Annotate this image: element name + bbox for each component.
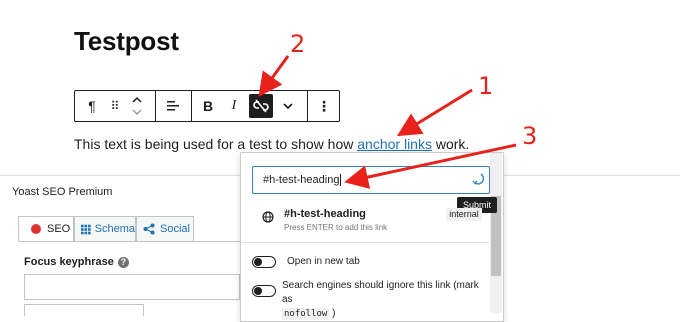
paragraph-block[interactable]: This text is being used for a test to sh… <box>74 136 469 152</box>
link-url-input[interactable]: #h-test-heading <box>252 166 490 194</box>
tab-label: SEO <box>47 223 71 235</box>
arrow-2 <box>258 55 290 97</box>
focus-keyphrase-input[interactable] <box>24 274 240 300</box>
toggle-switch[interactable] <box>252 285 276 297</box>
toggle-knob <box>254 286 262 295</box>
nofollow-text-end: ) <box>332 308 336 319</box>
focus-keyphrase-label: Focus keyphrase? <box>24 256 129 268</box>
nofollow-code: nofollow <box>282 308 330 320</box>
suggestion-subtitle: Press ENTER to add this link <box>284 223 388 232</box>
suggestion-title[interactable]: #h-test-heading <box>284 208 366 220</box>
share-icon <box>143 223 155 235</box>
suggestion-type-badge: internal <box>446 208 482 221</box>
paragraph-block-button[interactable]: ¶ <box>79 91 105 121</box>
submit-button[interactable] <box>468 171 486 189</box>
move-up-down-button[interactable] <box>127 91 147 121</box>
options-button[interactable]: ⋮ <box>313 91 335 121</box>
toolbar-divider <box>307 91 308 121</box>
tab-schema[interactable]: Schema <box>74 216 136 242</box>
text-cursor <box>340 174 342 186</box>
chevron-down-icon <box>283 103 293 110</box>
new-tab-label: Open in new tab <box>287 256 360 267</box>
annotation-number-3: 3 <box>522 122 538 150</box>
tab-panel-border <box>18 241 240 242</box>
align-left-icon <box>167 101 179 111</box>
nofollow-toggle[interactable] <box>252 285 276 297</box>
bold-button[interactable]: B <box>197 91 219 121</box>
annotation-number-2: 2 <box>290 30 306 58</box>
chevron-up-down-icon <box>132 96 142 116</box>
seo-score-dot-icon <box>31 224 41 234</box>
tab-label: Schema <box>94 223 135 235</box>
paragraph-text: This text is being used for a test to sh… <box>74 136 358 152</box>
secondary-field[interactable] <box>24 304 144 316</box>
toggle-knob <box>254 257 262 266</box>
anchor-link[interactable]: anchor links <box>357 136 432 152</box>
toolbar-divider <box>155 91 156 121</box>
link-url-value: #h-test-heading <box>263 174 340 186</box>
nofollow-label: Search engines should ignore this link (… <box>282 279 486 321</box>
more-rich-text-button[interactable] <box>277 91 299 121</box>
italic-button[interactable]: I <box>223 91 245 121</box>
toolbar-divider <box>191 91 192 121</box>
focus-keyphrase-text: Focus keyphrase <box>24 256 114 268</box>
post-title[interactable]: Testpost <box>74 26 179 57</box>
new-tab-toggle[interactable] <box>252 256 276 268</box>
popover-divider <box>241 242 489 243</box>
schema-grid-icon <box>81 224 91 234</box>
enter-return-icon <box>472 173 485 185</box>
align-button[interactable] <box>161 91 185 121</box>
annotation-number-1: 1 <box>478 72 494 100</box>
vertical-ellipsis-icon: ⋮ <box>317 97 331 114</box>
block-toolbar: ¶ ⠿ B I ⋮ <box>74 90 340 122</box>
yoast-panel-title[interactable]: Yoast SEO Premium <box>12 186 112 198</box>
paragraph-icon: ¶ <box>88 98 96 114</box>
nofollow-text: Search engines should ignore this link (… <box>282 280 479 305</box>
globe-icon <box>262 210 274 223</box>
unlink-button[interactable] <box>249 94 273 118</box>
tab-social[interactable]: Social <box>136 216 194 242</box>
tab-label: Social <box>160 223 190 235</box>
drag-icon: ⠿ <box>110 99 120 113</box>
drag-handle[interactable]: ⠿ <box>105 91 125 121</box>
toggle-switch[interactable] <box>252 256 276 268</box>
unlink-icon <box>253 99 269 113</box>
paragraph-text-end: work. <box>431 136 470 152</box>
tab-seo[interactable]: SEO <box>18 216 74 242</box>
help-icon[interactable]: ? <box>117 256 129 268</box>
arrow-1 <box>396 88 473 137</box>
